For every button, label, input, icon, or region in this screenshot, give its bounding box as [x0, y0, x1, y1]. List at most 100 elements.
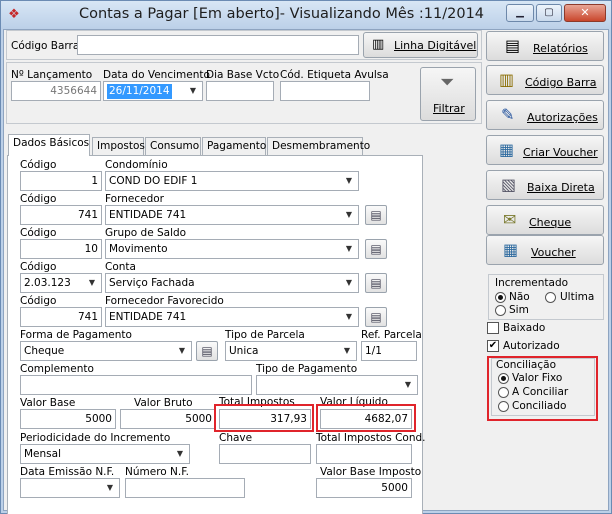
conciliacao-highlight — [487, 356, 598, 421]
voucher-icon: ▦ — [503, 240, 519, 259]
barcode-input[interactable] — [77, 35, 359, 55]
chevron-down-icon[interactable]: ▼ — [342, 174, 356, 188]
incrementado-label: Incrementado — [495, 277, 569, 289]
tab-pagamento[interactable]: Pagamento — [202, 137, 266, 155]
condominio-code-field[interactable]: 1 — [20, 171, 102, 191]
barcode-group: Código Barra ▥ Linha Digitável — [6, 30, 482, 60]
incrementado-sim-radio[interactable] — [495, 305, 506, 316]
tab-dados-basicos[interactable]: Dados Básicos — [8, 134, 90, 156]
close-button[interactable]: ✕ — [564, 4, 606, 22]
baixa-direta-label: Baixa Direta — [527, 181, 595, 194]
complemento-field[interactable] — [20, 375, 252, 395]
check-icon: ✉ — [503, 210, 517, 229]
tab-consumo[interactable]: Consumo — [145, 137, 201, 155]
voucher-label: Voucher — [531, 246, 576, 259]
valor-base-field[interactable]: 5000 — [20, 409, 116, 429]
chave-field[interactable] — [219, 444, 311, 464]
linha-digitavel-label: Linha Digitável — [394, 39, 477, 52]
condominio-select[interactable]: COND DO EDIF 1 ▼ — [105, 171, 359, 191]
filtrar-button[interactable]: ⏷ Filtrar — [420, 67, 476, 121]
tipo-pagamento-select[interactable]: ▼ — [256, 375, 418, 395]
chevron-down-icon[interactable]: ▼ — [85, 276, 99, 290]
incrementado-nao-label: Não — [509, 291, 530, 303]
app-logo-icon: ❖ — [8, 7, 20, 22]
chevron-down-icon[interactable]: ▼ — [340, 344, 354, 358]
favorecido-value: ENTIDADE 741 — [109, 311, 187, 323]
lancamento-field[interactable]: 4356644 — [11, 81, 101, 101]
total-impostos-highlight — [214, 404, 314, 432]
grupo-saldo-code-field[interactable]: 10 — [20, 239, 102, 259]
grupo-saldo-value: Movimento — [109, 243, 168, 255]
autorizacoes-button[interactable]: ✎ Autorizações — [486, 100, 604, 130]
maximize-button[interactable]: ▢ — [536, 4, 562, 22]
favorecido-code-field[interactable]: 741 — [20, 307, 102, 327]
incrementado-sim-label: Sim — [509, 304, 529, 316]
relatorios-button[interactable]: ▤ Relatórios — [486, 31, 604, 61]
baixado-label: Baixado — [503, 322, 546, 334]
valor-base-imposto-field[interactable]: 5000 — [316, 478, 412, 498]
incrementado-ultima-radio[interactable] — [545, 292, 556, 303]
chevron-down-icon[interactable]: ▼ — [173, 447, 187, 461]
tab-desmembramento[interactable]: Desmembramento — [267, 137, 370, 155]
autorizado-checkbox[interactable]: ✔ — [487, 340, 499, 352]
grupo-saldo-lookup-icon[interactable]: ▤ — [365, 239, 387, 259]
criar-voucher-button[interactable]: ▦ Criar Voucher — [486, 135, 604, 165]
barcode-label: Código Barra — [11, 40, 80, 52]
chevron-down-icon[interactable]: ▼ — [175, 344, 189, 358]
title-bar[interactable]: ❖ Contas a Pagar [Em aberto]- Visualizan… — [1, 1, 611, 29]
numero-nf-field[interactable] — [125, 478, 245, 498]
incrementado-group: Incrementado Não Ultima Sim — [488, 274, 604, 320]
chevron-down-icon[interactable]: ▼ — [342, 276, 356, 290]
filtrar-label: Filtrar — [433, 102, 465, 115]
linha-digitavel-button[interactable]: ▥ Linha Digitável — [363, 32, 478, 58]
tipo-parcela-select[interactable]: Unica ▼ — [225, 341, 357, 361]
incrementado-ultima-label: Ultima — [560, 291, 595, 303]
voucher-button[interactable]: ▦ Voucher — [486, 235, 604, 265]
periodicidade-select[interactable]: Mensal ▼ — [20, 444, 190, 464]
baixa-direta-button[interactable]: ▧ Baixa Direta — [486, 170, 604, 200]
criar-voucher-label: Criar Voucher — [523, 146, 598, 159]
chevron-down-icon[interactable]: ▼ — [342, 310, 356, 324]
report-icon: ▤ — [505, 36, 521, 55]
valor-liquido-highlight — [316, 404, 416, 432]
conta-code-value: 2.03.123 — [24, 277, 71, 289]
baixado-checkbox[interactable] — [487, 322, 499, 334]
favorecido-lookup-icon[interactable]: ▤ — [365, 307, 387, 327]
chevron-down-icon[interactable]: ▼ — [342, 242, 356, 256]
data-emissao-picker[interactable]: ▼ — [20, 478, 120, 498]
etiqueta-field[interactable] — [280, 81, 370, 101]
forma-pagamento-select[interactable]: Cheque ▼ — [20, 341, 192, 361]
fornecedor-lookup-icon[interactable]: ▤ — [365, 205, 387, 225]
chevron-down-icon[interactable]: ▼ — [342, 208, 356, 222]
ref-parcela-field[interactable]: 1/1 — [361, 341, 417, 361]
incrementado-nao-radio[interactable] — [495, 292, 506, 303]
chevron-down-icon[interactable]: ▼ — [186, 84, 200, 98]
forma-pagamento-lookup-icon[interactable]: ▤ — [196, 341, 218, 361]
total-impostos-cond-field[interactable] — [316, 444, 412, 464]
cheque-button[interactable]: ✉ Cheque — [486, 205, 604, 235]
voucher-create-icon: ▦ — [499, 140, 515, 159]
favorecido-select[interactable]: ENTIDADE 741 ▼ — [105, 307, 359, 327]
header-group: Nº Lançamento 4356644 Data do Vencimento… — [6, 62, 482, 124]
tipo-parcela-value: Unica — [229, 345, 259, 357]
funnel-filter-icon: ⏷ — [440, 72, 455, 93]
minimize-button[interactable]: ▁ — [506, 4, 534, 22]
dia-base-field[interactable] — [206, 81, 274, 101]
main-window: ❖ Contas a Pagar [Em aberto]- Visualizan… — [0, 0, 612, 514]
fornecedor-select[interactable]: ENTIDADE 741 ▼ — [105, 205, 359, 225]
condominio-value: COND DO EDIF 1 — [109, 175, 198, 187]
tab-impostos[interactable]: Impostos — [92, 137, 145, 155]
codigo-barra-label: Código Barra — [525, 76, 597, 89]
conta-select[interactable]: Serviço Fachada ▼ — [105, 273, 359, 293]
chevron-down-icon[interactable]: ▼ — [103, 481, 117, 495]
valor-bruto-field[interactable]: 5000 — [120, 409, 216, 429]
vencimento-date-picker[interactable]: 26/11/2014 ▼ — [103, 81, 203, 101]
fornecedor-code-field[interactable]: 741 — [20, 205, 102, 225]
barcode-icon: ▥ — [499, 70, 515, 89]
chevron-down-icon[interactable]: ▼ — [401, 378, 415, 392]
periodicidade-value: Mensal — [24, 448, 61, 460]
grupo-saldo-select[interactable]: Movimento ▼ — [105, 239, 359, 259]
conta-code-select[interactable]: 2.03.123 ▼ — [20, 273, 102, 293]
codigo-barra-button[interactable]: ▥ Código Barra — [486, 65, 604, 95]
conta-lookup-icon[interactable]: ▤ — [365, 273, 387, 293]
